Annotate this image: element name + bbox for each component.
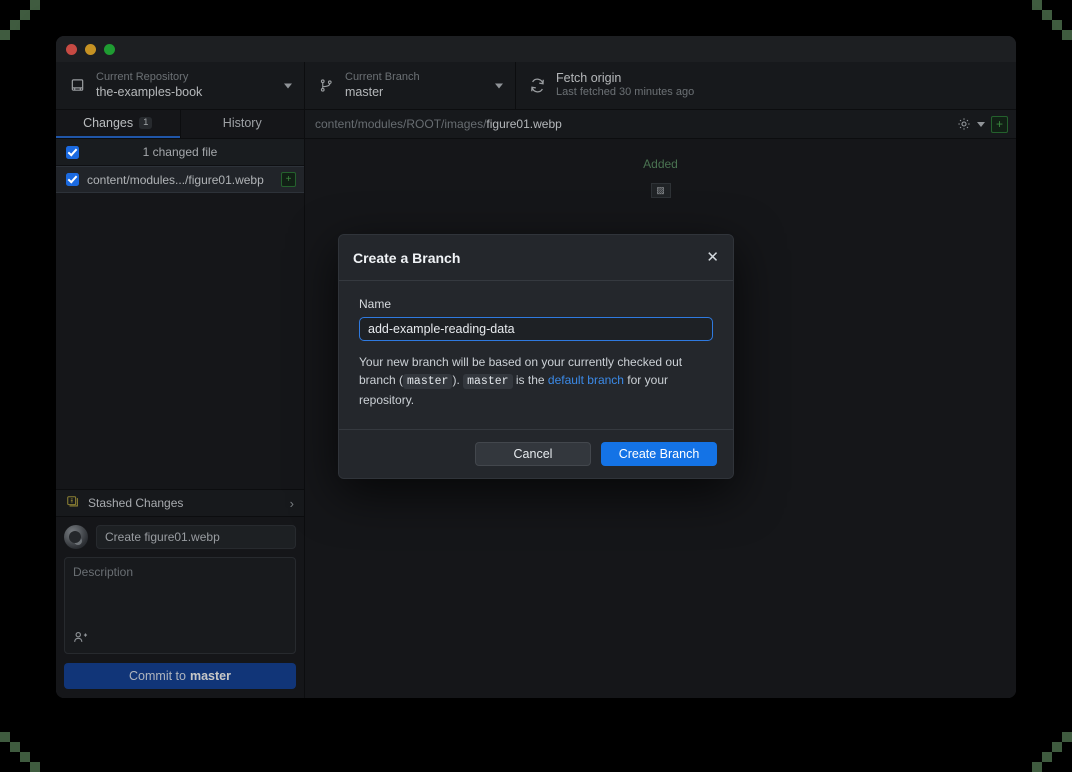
dialog-footer: Cancel Create Branch	[339, 429, 733, 478]
corner-decoration-top-left	[0, 0, 60, 60]
branch-name-label: Name	[359, 297, 713, 311]
dialog-title: Create a Branch	[353, 250, 706, 266]
dialog-header: Create a Branch ✕	[339, 235, 733, 281]
dialog-body: Name Your new branch will be based on yo…	[339, 281, 733, 429]
hint-code-master-2: master	[463, 374, 512, 389]
hint-code-master-1: master	[403, 374, 452, 389]
default-branch-link[interactable]: default branch	[548, 373, 624, 387]
corner-decoration-bottom-right	[1012, 712, 1072, 772]
screen: Current Repository the-examples-book	[0, 0, 1072, 772]
close-icon[interactable]: ✕	[706, 250, 719, 265]
cancel-button[interactable]: Cancel	[475, 442, 591, 466]
hint-part-3: is the	[513, 373, 548, 387]
create-branch-button[interactable]: Create Branch	[601, 442, 717, 466]
branch-hint-text: Your new branch will be based on your cu…	[359, 353, 713, 409]
file-checkbox[interactable]	[66, 173, 79, 186]
branch-name-input[interactable]	[359, 317, 713, 341]
create-branch-dialog: Create a Branch ✕ Name Your new branch w…	[338, 234, 734, 479]
corner-decoration-bottom-left	[0, 712, 60, 772]
github-desktop-window: Current Repository the-examples-book	[56, 36, 1016, 698]
hint-part-2: ).	[452, 373, 463, 387]
select-all-checkbox[interactable]	[66, 146, 79, 159]
corner-decoration-top-right	[1012, 0, 1072, 60]
